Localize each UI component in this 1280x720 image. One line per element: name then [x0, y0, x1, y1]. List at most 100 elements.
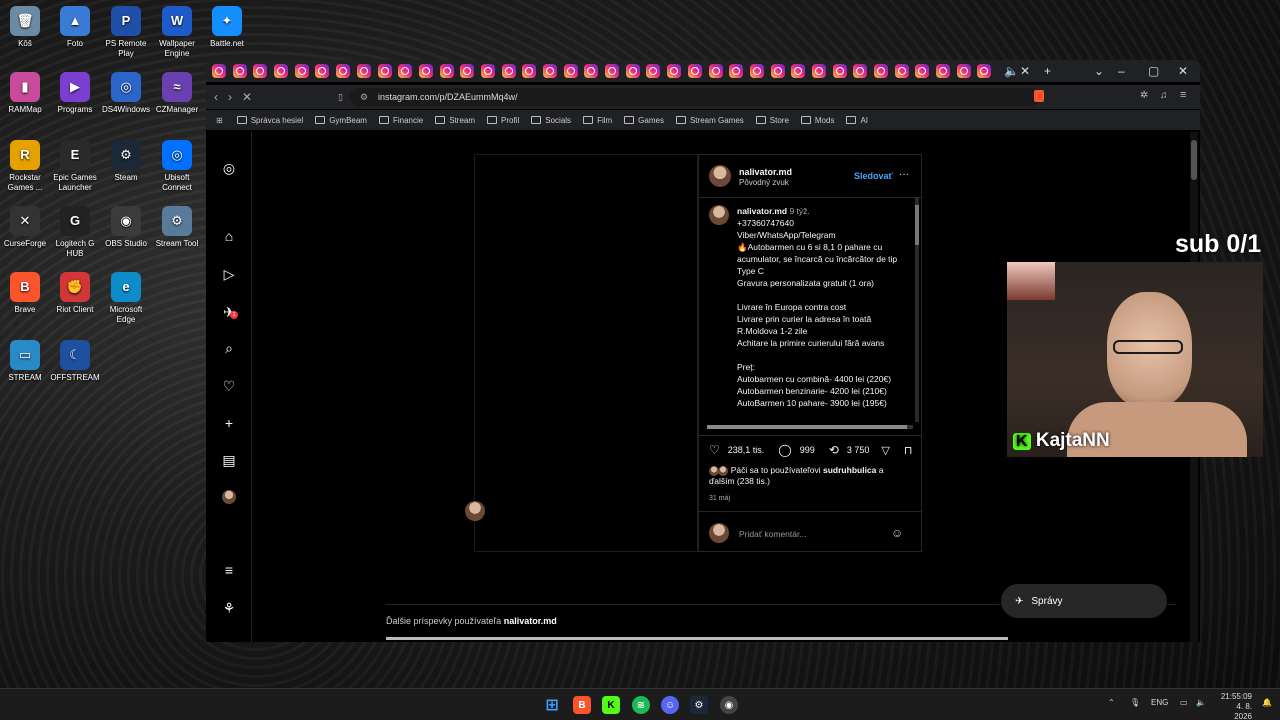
site-info-icon[interactable]: ⚙	[360, 92, 368, 103]
instagram-tab[interactable]	[584, 64, 599, 78]
instagram-tab[interactable]	[460, 64, 475, 78]
comments-count[interactable]: 999	[800, 445, 815, 455]
clock[interactable]: 21:55:09 4. 8. 2026	[1218, 692, 1252, 720]
instagram-tab[interactable]	[625, 64, 640, 78]
instagram-tab[interactable]	[894, 64, 909, 78]
emoji-icon[interactable]: ☺	[891, 526, 903, 540]
minimize-icon[interactable]: –	[1118, 64, 1125, 78]
back-icon[interactable]: ‹	[214, 90, 218, 104]
instagram-tab[interactable]	[956, 64, 971, 78]
instagram-tab[interactable]	[356, 64, 371, 78]
desktop-icon[interactable]: ✦ Battle.net	[202, 6, 252, 49]
desktop-icon[interactable]: W Wallpaper Engine	[152, 6, 202, 59]
close-tab-icon[interactable]: ✕	[1020, 64, 1030, 78]
dashboard-icon[interactable]: ▤	[221, 452, 237, 468]
post-media[interactable]	[465, 154, 698, 552]
caption-avatar[interactable]	[709, 205, 729, 225]
instagram-tab[interactable]	[212, 64, 226, 78]
media-icon[interactable]: ♫	[1160, 90, 1168, 101]
bookmark-item[interactable]: AI	[846, 116, 868, 125]
desktop-icon[interactable]: ✊ Riot Client	[50, 272, 100, 315]
bookmark-item[interactable]: Socials	[531, 116, 571, 125]
instagram-tab[interactable]	[336, 64, 351, 78]
extensions-icon[interactable]: ✲	[1140, 90, 1148, 101]
author-username[interactable]: nalivator.md	[739, 167, 792, 177]
audio-icon[interactable]: 🔈	[1004, 64, 1019, 78]
likes-count[interactable]: 238,1 tis.	[728, 445, 765, 455]
instagram-tab[interactable]	[832, 64, 847, 78]
menu-icon[interactable]: ≡	[1180, 89, 1186, 101]
caption-scrollbar[interactable]	[915, 197, 919, 422]
bookmark-item[interactable]: Stream Games	[675, 116, 744, 125]
more-options-icon[interactable]: ···	[899, 169, 909, 180]
floating-avatar[interactable]	[465, 501, 485, 521]
reels-icon[interactable]: ▷	[221, 266, 237, 282]
notification-bell-icon[interactable]: 🔔	[1262, 698, 1272, 707]
instagram-tab[interactable]	[398, 64, 413, 78]
instagram-tab[interactable]	[563, 64, 578, 78]
instagram-tab[interactable]	[708, 64, 723, 78]
messages-icon[interactable]: ✈ 1	[221, 304, 238, 320]
desktop-icon[interactable]: 🗑 Kôš	[0, 6, 50, 49]
desktop-icon[interactable]: ≈ CZManager	[152, 72, 202, 115]
instagram-tab[interactable]	[915, 64, 930, 78]
kick-taskbar-icon[interactable]: K	[602, 696, 620, 714]
instagram-tab[interactable]	[377, 64, 392, 78]
instagram-tab[interactable]	[853, 64, 868, 78]
instagram-tab[interactable]	[874, 64, 888, 78]
desktop-icon[interactable]: ◎ Ubisoft Connect	[152, 140, 202, 193]
instagram-tab[interactable]	[977, 64, 992, 78]
tab-search-icon[interactable]: ⌄	[1094, 64, 1104, 78]
bookmark-item[interactable]: Store	[755, 116, 789, 125]
apps-grid-icon[interactable]: ⚘	[221, 600, 237, 616]
more-menu-icon[interactable]: ≡	[221, 562, 237, 578]
desktop-icon[interactable]: P PS Remote Play	[101, 6, 151, 59]
desktop-icon[interactable]: ◎ DS4Windows	[101, 72, 151, 115]
desktop-icon[interactable]: e Microsoft Edge	[101, 272, 151, 325]
desktop-icon[interactable]: ▲ Foto	[50, 6, 100, 49]
search-icon[interactable]: ⌕	[221, 340, 237, 356]
instagram-tab[interactable]	[294, 64, 309, 78]
bookmark-item[interactable]: Financie	[378, 116, 423, 125]
notifications-icon[interactable]: ♡	[221, 378, 237, 394]
save-icon[interactable]: ⊓	[904, 444, 913, 457]
instagram-tab[interactable]	[687, 64, 702, 78]
bookmark-item[interactable]: GymBeam	[315, 116, 367, 125]
comment-input[interactable]: Pridať komentár...	[739, 529, 806, 539]
stop-icon[interactable]: ✕	[242, 90, 252, 104]
bookmark-item[interactable]: Games	[624, 116, 664, 125]
instagram-tab[interactable]	[501, 64, 516, 78]
maximize-icon[interactable]: ▢	[1148, 64, 1159, 78]
mic-icon[interactable]: 🎙	[1130, 698, 1140, 707]
instagram-tab[interactable]	[315, 64, 330, 78]
forward-icon[interactable]: ›	[228, 90, 232, 104]
instagram-tab[interactable]	[667, 64, 682, 78]
home-icon[interactable]: ⌂	[221, 228, 237, 244]
brave-shield-icon[interactable]	[1034, 90, 1044, 102]
author-avatar[interactable]	[709, 165, 731, 187]
horizontal-scrollbar[interactable]	[707, 425, 913, 429]
tray-chevron-icon[interactable]: ⌃	[1108, 698, 1115, 707]
caption-username[interactable]: nalivator.md	[737, 206, 787, 216]
brave-taskbar-icon[interactable]: B	[573, 696, 591, 714]
close-window-icon[interactable]: ✕	[1178, 64, 1188, 78]
apps-icon[interactable]: ⊞	[216, 116, 223, 125]
instagram-tab[interactable]	[418, 64, 433, 78]
liked-by-user[interactable]: sudruhbulica	[823, 465, 876, 475]
instagram-tab[interactable]	[480, 64, 495, 78]
language-indicator[interactable]: ENG	[1151, 698, 1168, 707]
desktop-icon[interactable]: ⚙ Steam	[101, 140, 151, 183]
desktop-icon[interactable]: G Logitech G HUB	[50, 206, 100, 259]
discord-icon[interactable]: ☺	[661, 696, 679, 714]
repost-icon[interactable]: ⟲	[829, 443, 839, 457]
desktop-icon[interactable]: R Rockstar Games ...	[0, 140, 50, 193]
network-icon[interactable]: ▭	[1180, 698, 1188, 707]
desktop-icon[interactable]: B Brave	[0, 272, 50, 315]
instagram-tab[interactable]	[253, 64, 268, 78]
desktop-icon[interactable]: ☾ OFFSTREAM	[50, 340, 100, 383]
more-posts-user[interactable]: nalivator.md	[504, 616, 557, 626]
desktop-icon[interactable]: ◉ OBS Studio	[101, 206, 151, 249]
like-icon[interactable]: ♡	[709, 443, 720, 457]
bookmark-item[interactable]: Stream	[435, 116, 475, 125]
volume-icon[interactable]: 🔈	[1196, 698, 1206, 707]
